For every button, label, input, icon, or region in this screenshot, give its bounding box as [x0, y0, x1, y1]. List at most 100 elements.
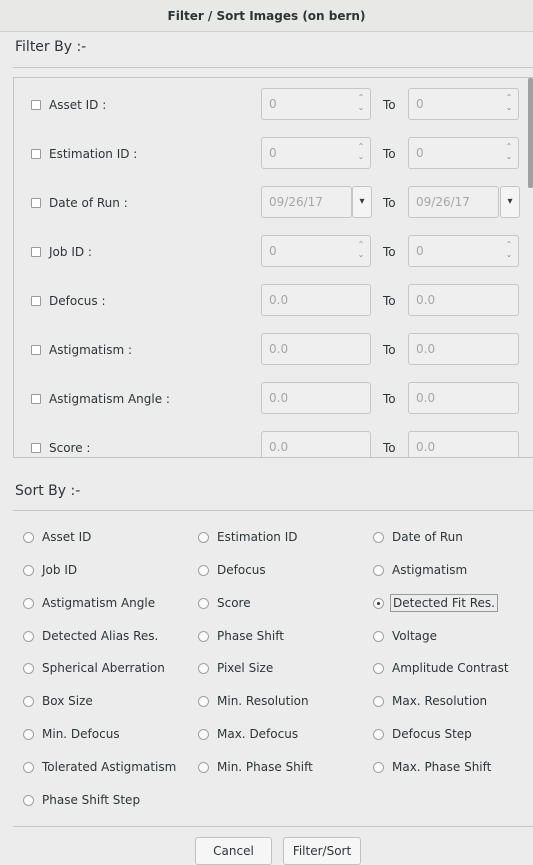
sort-option-label: Defocus Step: [392, 727, 472, 742]
filter-to-field[interactable]: 0.0: [408, 431, 519, 457]
filter-value: 0: [269, 244, 277, 258]
filter-checkbox[interactable]: [31, 100, 41, 110]
filter-to-spinbox[interactable]: 0 ⌃ ⌄: [408, 235, 519, 267]
radio-icon[interactable]: [373, 532, 384, 543]
sort-option-label: Box Size: [42, 694, 93, 709]
radio-icon[interactable]: [23, 696, 34, 708]
filter-to-field[interactable]: 0.0: [408, 382, 519, 414]
filter-checkbox[interactable]: [31, 345, 41, 355]
sort-option-label: Phase Shift: [217, 628, 284, 643]
radio-icon[interactable]: [23, 630, 34, 642]
filter-row: Defocus : To 0.0 0.0: [14, 284, 533, 318]
filter-value: 0.0: [269, 342, 289, 356]
radio-icon[interactable]: [198, 729, 209, 741]
to-label: To: [383, 245, 396, 259]
filter-checkbox[interactable]: [31, 247, 41, 257]
chevron-down-icon[interactable]: ▾: [500, 186, 520, 218]
filter-label: Defocus :: [49, 294, 106, 308]
radio-icon[interactable]: [373, 630, 384, 642]
filter-to-spinbox[interactable]: 0 ⌃ ⌄: [408, 88, 519, 120]
filter-from-field[interactable]: 0.0: [261, 284, 371, 316]
radio-icon[interactable]: [373, 564, 384, 576]
filter-from-spinbox[interactable]: 0 ⌃ ⌄: [261, 137, 371, 169]
filter-row: Job ID : To 0 ⌃ ⌄ 0 ⌃ ⌄: [14, 235, 533, 269]
filter-row: Astigmatism Angle : To 0.0 0.0: [14, 382, 533, 416]
to-label: To: [383, 343, 396, 357]
radio-icon[interactable]: [23, 597, 34, 609]
to-label: To: [383, 98, 396, 112]
radio-icon[interactable]: [198, 663, 209, 675]
spin-arrows-icon[interactable]: ⌃ ⌄: [504, 142, 514, 164]
filter-from-date[interactable]: 09/26/17: [261, 186, 352, 218]
filter-separator: [13, 67, 533, 68]
to-label: To: [383, 441, 396, 455]
filter-value: 09/26/17: [269, 195, 323, 209]
filter-sort-button[interactable]: Filter/Sort: [283, 837, 361, 865]
filter-checkbox[interactable]: [31, 394, 41, 404]
radio-icon[interactable]: [373, 696, 384, 708]
radio-icon[interactable]: [373, 729, 384, 741]
filter-label: Estimation ID :: [49, 147, 138, 161]
sort-option-label: Job ID: [42, 562, 78, 577]
sort-option-label: Phase Shift Step: [42, 792, 141, 807]
spin-arrows-icon[interactable]: ⌃ ⌄: [356, 93, 366, 115]
filter-to-field[interactable]: 0.0: [408, 284, 519, 316]
spin-arrows-icon[interactable]: ⌃ ⌄: [356, 142, 366, 164]
radio-icon[interactable]: [373, 663, 384, 675]
radio-icon[interactable]: [198, 630, 209, 642]
button-separator: [13, 826, 533, 827]
filter-panel[interactable]: Asset ID : To 0 ⌃ ⌄ 0 ⌃ ⌄ Estimation ID : To 0 ⌃ ⌄ 0 ⌃…: [13, 77, 533, 458]
filter-from-field[interactable]: 0.0: [261, 333, 371, 365]
to-label: To: [383, 196, 396, 210]
radio-icon[interactable]: [198, 696, 209, 708]
radio-selected-icon[interactable]: [373, 597, 384, 609]
radio-icon[interactable]: [23, 729, 34, 741]
spin-arrows-icon[interactable]: ⌃ ⌄: [356, 240, 366, 262]
filter-to-field[interactable]: 0.0: [408, 333, 519, 365]
sort-option-label: Score: [217, 595, 251, 610]
filter-from-spinbox[interactable]: 0 ⌃ ⌄: [261, 235, 371, 267]
filter-label: Asset ID :: [49, 98, 107, 112]
filter-heading: Filter By :-: [15, 39, 87, 55]
filter-label: Astigmatism :: [49, 343, 132, 357]
filter-checkbox[interactable]: [31, 296, 41, 306]
filter-from-spinbox[interactable]: 0 ⌃ ⌄: [261, 88, 371, 120]
spin-arrows-icon[interactable]: ⌃ ⌄: [504, 93, 514, 115]
filter-from-field[interactable]: 0.0: [261, 431, 371, 457]
filter-from-field[interactable]: 0.0: [261, 382, 371, 414]
radio-icon[interactable]: [198, 761, 209, 773]
filter-value: 0.0: [416, 440, 436, 454]
filter-checkbox[interactable]: [31, 443, 41, 453]
radio-icon[interactable]: [198, 532, 209, 543]
filter-checkbox[interactable]: [31, 149, 41, 159]
radio-icon[interactable]: [373, 761, 384, 773]
filter-value: 0: [269, 146, 277, 160]
filter-to-date[interactable]: 09/26/17: [408, 186, 499, 218]
sort-option-label: Max. Defocus: [217, 727, 299, 742]
filter-row: Astigmatism : To 0.0 0.0: [14, 333, 533, 367]
radio-icon[interactable]: [23, 564, 34, 576]
radio-icon[interactable]: [23, 532, 34, 543]
filter-value: 0: [269, 97, 277, 111]
sort-option-label: Max. Resolution: [392, 694, 488, 709]
spin-arrows-icon[interactable]: ⌃ ⌄: [504, 240, 514, 262]
sort-option-label: Min. Phase Shift: [217, 759, 313, 774]
filter-value: 0: [416, 97, 424, 111]
to-label: To: [383, 392, 396, 406]
filter-row: Score : To 0.0 0.0: [14, 431, 533, 457]
sort-option-label: Defocus: [217, 562, 266, 577]
filter-value: 0.0: [416, 342, 436, 356]
radio-icon[interactable]: [23, 794, 34, 806]
filter-to-spinbox[interactable]: 0 ⌃ ⌄: [408, 137, 519, 169]
cancel-button[interactable]: Cancel: [195, 837, 272, 865]
sort-option-label: Pixel Size: [217, 661, 274, 676]
radio-icon[interactable]: [23, 663, 34, 675]
sort-option-label: Min. Resolution: [217, 694, 309, 709]
sort-heading: Sort By :-: [15, 483, 81, 499]
filter-checkbox[interactable]: [31, 198, 41, 208]
chevron-down-icon[interactable]: ▾: [352, 186, 372, 218]
radio-icon[interactable]: [198, 597, 209, 609]
radio-icon[interactable]: [198, 564, 209, 576]
radio-icon[interactable]: [23, 761, 34, 773]
sort-option-label: Amplitude Contrast: [392, 661, 509, 676]
